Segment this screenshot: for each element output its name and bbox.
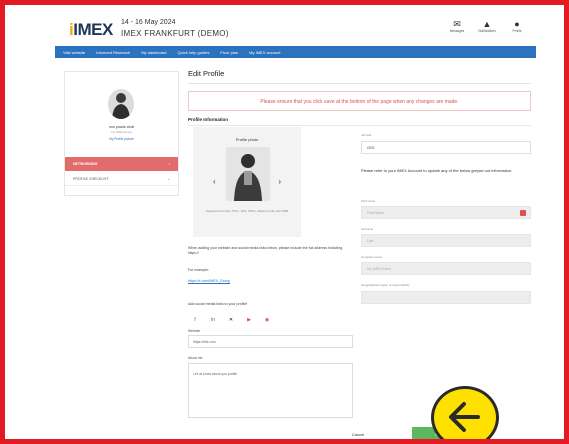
about-textarea[interactable]: Let us know about you profile [188,363,353,418]
job-title-input[interactable]: CEO [361,141,531,154]
cancel-button[interactable]: Cancel [338,428,378,439]
person-photo-icon [234,154,262,201]
nav-item-research[interactable]: Informed Research [96,50,130,55]
facebook-icon[interactable]: f [191,316,199,323]
header-icons: ✉ Messages ▲ Notifications ● Profile [446,19,528,33]
notifications-icon: ▲ [482,19,492,29]
logo-text: IMEX [73,20,113,39]
linkedin-icon[interactable]: in [209,316,217,323]
top-header: iIMEX 14 - 16 May 2024 IMEX FRANKFURT (D… [55,13,536,45]
profile-photo-panel: Profile photo ‹ › Supported formats: PNG… [193,127,301,237]
chevron-right-icon: › [168,162,170,166]
nav-item-account[interactable]: My IMEX account [249,50,280,55]
messages-icon: ✉ [453,19,461,29]
example-label: For example: [188,268,209,272]
back-arrow-overlay[interactable] [431,386,499,439]
divider [188,125,531,126]
first-name-field: First Name [361,206,531,219]
messages-button[interactable]: ✉ Messages [446,19,468,33]
profile-button[interactable]: ● Profile [506,19,528,33]
avatar [108,89,134,119]
nav-item-help-guides[interactable]: Quick help guides [178,50,210,55]
app-window: iIMEX 14 - 16 May 2024 IMEX FRANKFURT (D… [55,13,536,439]
sidebar-item-label: PROFILE CHECKLIST [73,177,109,181]
company-field: xxx IMEX Event [361,262,531,275]
photo-label: Profile photo [235,137,259,142]
event-dates: 14 - 16 May 2024 [121,19,176,26]
social-title: Add social media links to your profile! [188,302,248,306]
page-title: Edit Profile [188,69,225,78]
sidebar-profile-link[interactable]: My Profile picture [65,137,178,141]
avatar-silhouette-icon [112,93,130,119]
profile-icon: ● [514,19,520,29]
surname-value: Last [367,239,374,243]
notifications-button[interactable]: ▲ Notifications [476,19,498,33]
divider [188,83,531,84]
surname-label: Surname [361,227,374,231]
surname-field: Last [361,234,531,247]
event-name: IMEX FRANKFURT (DEMO) [121,29,229,38]
instagram-icon[interactable]: ◉ [263,316,271,323]
profile-sidebar: xxx pacis club xxx IMEX Event My Profile… [64,71,179,196]
sidebar-item-profile-checklist[interactable]: PROFILE CHECKLIST ⌄ [65,172,178,186]
profile-photo[interactable] [226,147,270,201]
company-value: xxx IMEX Event [367,267,391,271]
notice-text: Please ensure that you click save at the… [260,99,459,105]
notifications-label: Notifications [478,29,496,33]
example-link[interactable]: https://x.com/IMEX_Group [188,279,353,284]
messages-label: Messages [449,29,465,33]
chevron-down-icon: ⌄ [167,177,170,181]
nav-item-floor-plan[interactable]: Floor plan [220,50,238,55]
first-name-label: First name [361,199,376,203]
section-title: Profile Information [188,117,229,122]
website-help: When adding your website and social medi… [188,246,353,256]
website-help-text: When adding your website and social medi… [188,246,343,255]
about-label: About me [188,356,203,360]
account-info-text: Please refer to your IMEX Account to upd… [361,168,513,173]
save-notice: Please ensure that you click save at the… [188,91,531,111]
sidebar-subtitle: xxx IMEX Event [110,130,133,134]
region-label: Geographical region of responsibility [361,283,410,287]
annotation-frame: iIMEX 14 - 16 May 2024 IMEX FRANKFURT (D… [0,0,569,444]
first-name-value: First Name [367,211,384,215]
sidebar-name: xxx pacis club [109,124,134,129]
website-input[interactable]: https://link.com [188,335,353,348]
next-photo-icon[interactable]: › [278,177,281,186]
youtube-icon[interactable]: ▶ [245,316,253,323]
nav-item-visit-website[interactable]: Visit website [63,50,85,55]
company-label: Company name [361,255,383,259]
website-placeholder: https://link.com [193,340,216,344]
previous-photo-icon[interactable]: ‹ [213,177,216,186]
lock-icon [520,210,526,216]
job-title-label: Job title [361,133,372,137]
imex-logo[interactable]: iIMEX [69,20,113,40]
social-icons: f in ✕ ▶ ◉ [191,316,271,323]
photo-format-hint: Supported formats: PNG, JPG, JPEG. Maxim… [205,209,289,213]
arrow-left-icon [449,402,480,432]
profile-label: Profile [512,29,522,33]
about-placeholder: Let us know about you profile [193,372,238,376]
main-nav: Visit website Informed Research My dashb… [55,46,536,58]
nav-item-dashboard[interactable]: My dashboard [141,50,166,55]
website-label: Website [188,329,201,333]
x-icon[interactable]: ✕ [227,316,235,323]
region-field [361,291,531,304]
sidebar-item-label: NETWORKING [73,162,98,166]
job-title-value: CEO [367,146,375,150]
sidebar-item-networking[interactable]: NETWORKING › [65,157,178,171]
